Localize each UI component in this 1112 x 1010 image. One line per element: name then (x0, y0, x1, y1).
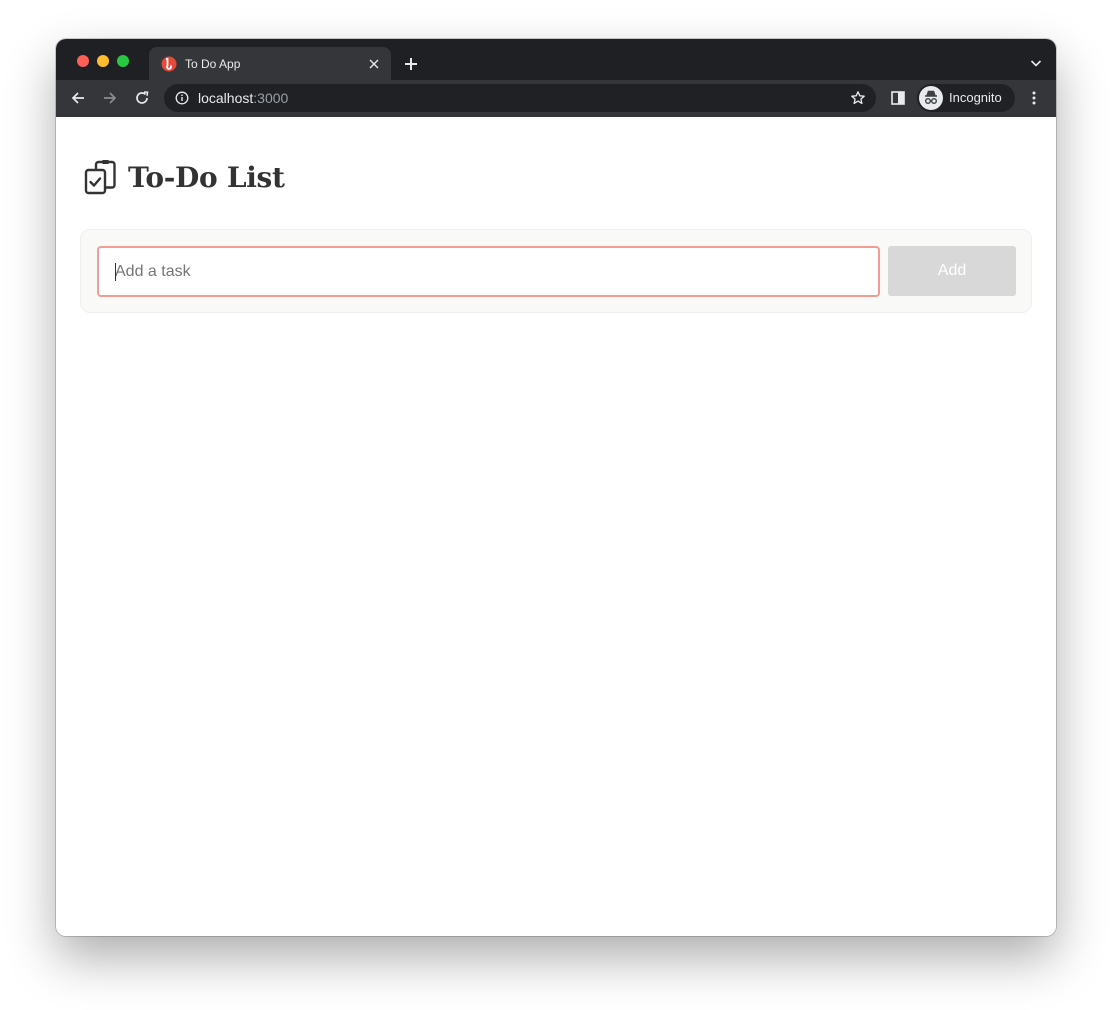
info-icon[interactable] (175, 91, 189, 105)
tab-to-do-app[interactable]: To Do App (149, 47, 391, 80)
reload-icon[interactable] (132, 88, 152, 108)
kebab-menu-icon[interactable] (1026, 90, 1042, 106)
browser-toolbar: localhost:3000 Incognito (56, 80, 1056, 117)
clipboard-check-icon (84, 159, 116, 195)
url-host: localhost (198, 90, 254, 106)
arrow-right-icon[interactable] (100, 88, 120, 108)
minimize-window-button[interactable] (97, 55, 109, 67)
arrow-left-icon[interactable] (68, 88, 88, 108)
tab-title: To Do App (185, 57, 241, 71)
profile-label: Incognito (949, 90, 1002, 105)
browser-window: To Do App localhost:3000 Incognito To-Do… (56, 39, 1056, 936)
close-window-button[interactable] (77, 55, 89, 67)
close-tab-icon[interactable] (366, 56, 382, 72)
add-task-form: Add (80, 229, 1032, 313)
page-heading: To-Do List (84, 159, 285, 195)
address-bar[interactable]: localhost:3000 (164, 84, 876, 112)
text-caret (115, 263, 116, 281)
tab-strip: To Do App (56, 39, 1056, 80)
page-title: To-Do List (128, 160, 285, 194)
side-panel-icon[interactable] (890, 90, 906, 106)
incognito-icon (919, 86, 943, 110)
add-button[interactable]: Add (888, 246, 1016, 296)
url-text: localhost:3000 (198, 90, 288, 106)
to-do-app-favicon-icon (161, 56, 177, 72)
plus-icon[interactable] (400, 53, 422, 75)
url-port: :3000 (253, 90, 289, 106)
maximize-window-button[interactable] (117, 55, 129, 67)
chevron-down-icon[interactable] (1028, 55, 1044, 71)
star-icon[interactable] (850, 90, 866, 106)
task-input[interactable] (97, 246, 880, 297)
page-content: To-Do List Add (56, 117, 1056, 936)
incognito-profile-button[interactable]: Incognito (917, 84, 1015, 112)
